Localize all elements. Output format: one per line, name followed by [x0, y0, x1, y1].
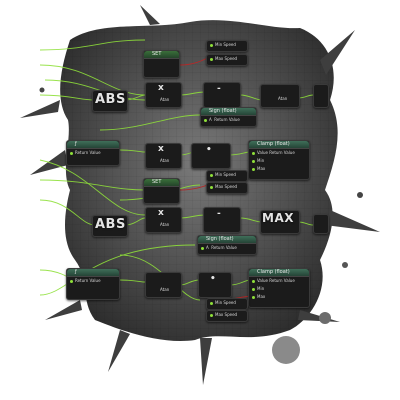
sign-node-2-header: Sign (float): [198, 236, 256, 244]
return-value-label: Return Value: [269, 150, 295, 155]
atan-node-3-symbol: x: [158, 208, 164, 218]
set-node-2-label: Atan: [278, 96, 288, 101]
pin-a-label: A: [209, 117, 212, 122]
abs-node-1-label: ABS: [95, 92, 126, 107]
min-speed-var-1[interactable]: Min Speed: [206, 40, 248, 52]
get-velocity-node-2-header: ƒ: [67, 269, 119, 277]
blueprint-canvas[interactable]: SET Min Speed Max Speed ABS x Atan - Ata…: [0, 0, 400, 400]
minus-node-2-label: -: [217, 209, 221, 219]
pin-a-label: A: [206, 245, 209, 250]
return-value-label: Return Value: [269, 278, 295, 283]
min-speed-var-2[interactable]: Min Speed: [206, 170, 248, 182]
max-node-1-label: MAX: [262, 211, 294, 225]
sign-node-1[interactable]: Sign (float) A Return Value: [200, 107, 257, 127]
value-label: Value: [257, 278, 268, 283]
max-speed-var-3[interactable]: Max Speed: [206, 310, 248, 322]
min-speed-var-3[interactable]: Min Speed: [206, 298, 248, 310]
set-node-1-header: SET: [144, 51, 179, 59]
min-speed-label: Min Speed: [215, 172, 236, 177]
minus-node-1-label: -: [217, 84, 221, 94]
min-label: Min: [257, 286, 265, 291]
pin-icon: [210, 57, 213, 61]
max-speed-label: Max Speed: [215, 56, 238, 61]
clamp-node-2-header: Clamp (float): [249, 269, 309, 277]
min-label: Min: [257, 158, 265, 163]
max-speed-label: Max Speed: [215, 312, 238, 317]
minus-node-2[interactable]: [203, 207, 241, 233]
atan-node-1-label: Atan: [160, 97, 170, 102]
atan-node-3-label: Atan: [160, 222, 170, 227]
multiply-node-1-label: •: [206, 145, 212, 155]
max-speed-var-2[interactable]: Max Speed: [206, 182, 248, 194]
clamp-node-2[interactable]: Clamp (float) Value Return Value Min Max: [248, 268, 310, 308]
abs-node-2-label: ABS: [95, 217, 126, 232]
clamp-node-1[interactable]: Clamp (float) Value Return Value Min Max: [248, 140, 310, 180]
minus-node-1[interactable]: [203, 82, 241, 108]
atan-node-4-label: Atan: [160, 287, 170, 292]
max-speed-label: Max Speed: [215, 184, 238, 189]
multiply-node-2-label: •: [210, 274, 216, 284]
splatter-drop: [272, 336, 300, 364]
pin-icon: [210, 43, 213, 47]
atan-node-4[interactable]: [145, 272, 182, 298]
value-label: Value: [257, 150, 268, 155]
max-label: Max: [257, 166, 266, 171]
sign-node-2[interactable]: Sign (float) A Return Value: [197, 235, 257, 255]
result-node-1[interactable]: [313, 84, 329, 108]
min-speed-label: Min Speed: [215, 42, 236, 47]
sign-node-1-header: Sign (float): [201, 108, 256, 116]
result-node-2[interactable]: [313, 214, 329, 234]
max-speed-var-1[interactable]: Max Speed: [206, 54, 248, 66]
clamp-node-1-header: Clamp (float): [249, 141, 309, 149]
set-node-3-header: SET: [144, 179, 179, 187]
atan-node-1-symbol: x: [158, 83, 164, 93]
max-label: Max: [257, 294, 266, 299]
get-velocity-node-2[interactable]: ƒ Return Value: [66, 268, 120, 300]
set-node-3[interactable]: SET: [143, 178, 180, 204]
set-node-1[interactable]: SET: [143, 50, 180, 78]
return-value-label: Return Value: [211, 245, 237, 250]
get-velocity-node-1-header: ƒ: [67, 141, 119, 149]
return-value-label: Return Value: [214, 117, 240, 122]
return-value-label: Return Value: [75, 278, 101, 283]
atan-node-2-symbol: x: [158, 144, 164, 154]
get-velocity-node-1[interactable]: ƒ Return Value: [66, 140, 120, 166]
return-value-label: Return Value: [75, 150, 101, 155]
splatter-background: [20, 5, 380, 385]
min-speed-label: Min Speed: [215, 300, 236, 305]
atan-node-2-label: Atan: [160, 158, 170, 163]
